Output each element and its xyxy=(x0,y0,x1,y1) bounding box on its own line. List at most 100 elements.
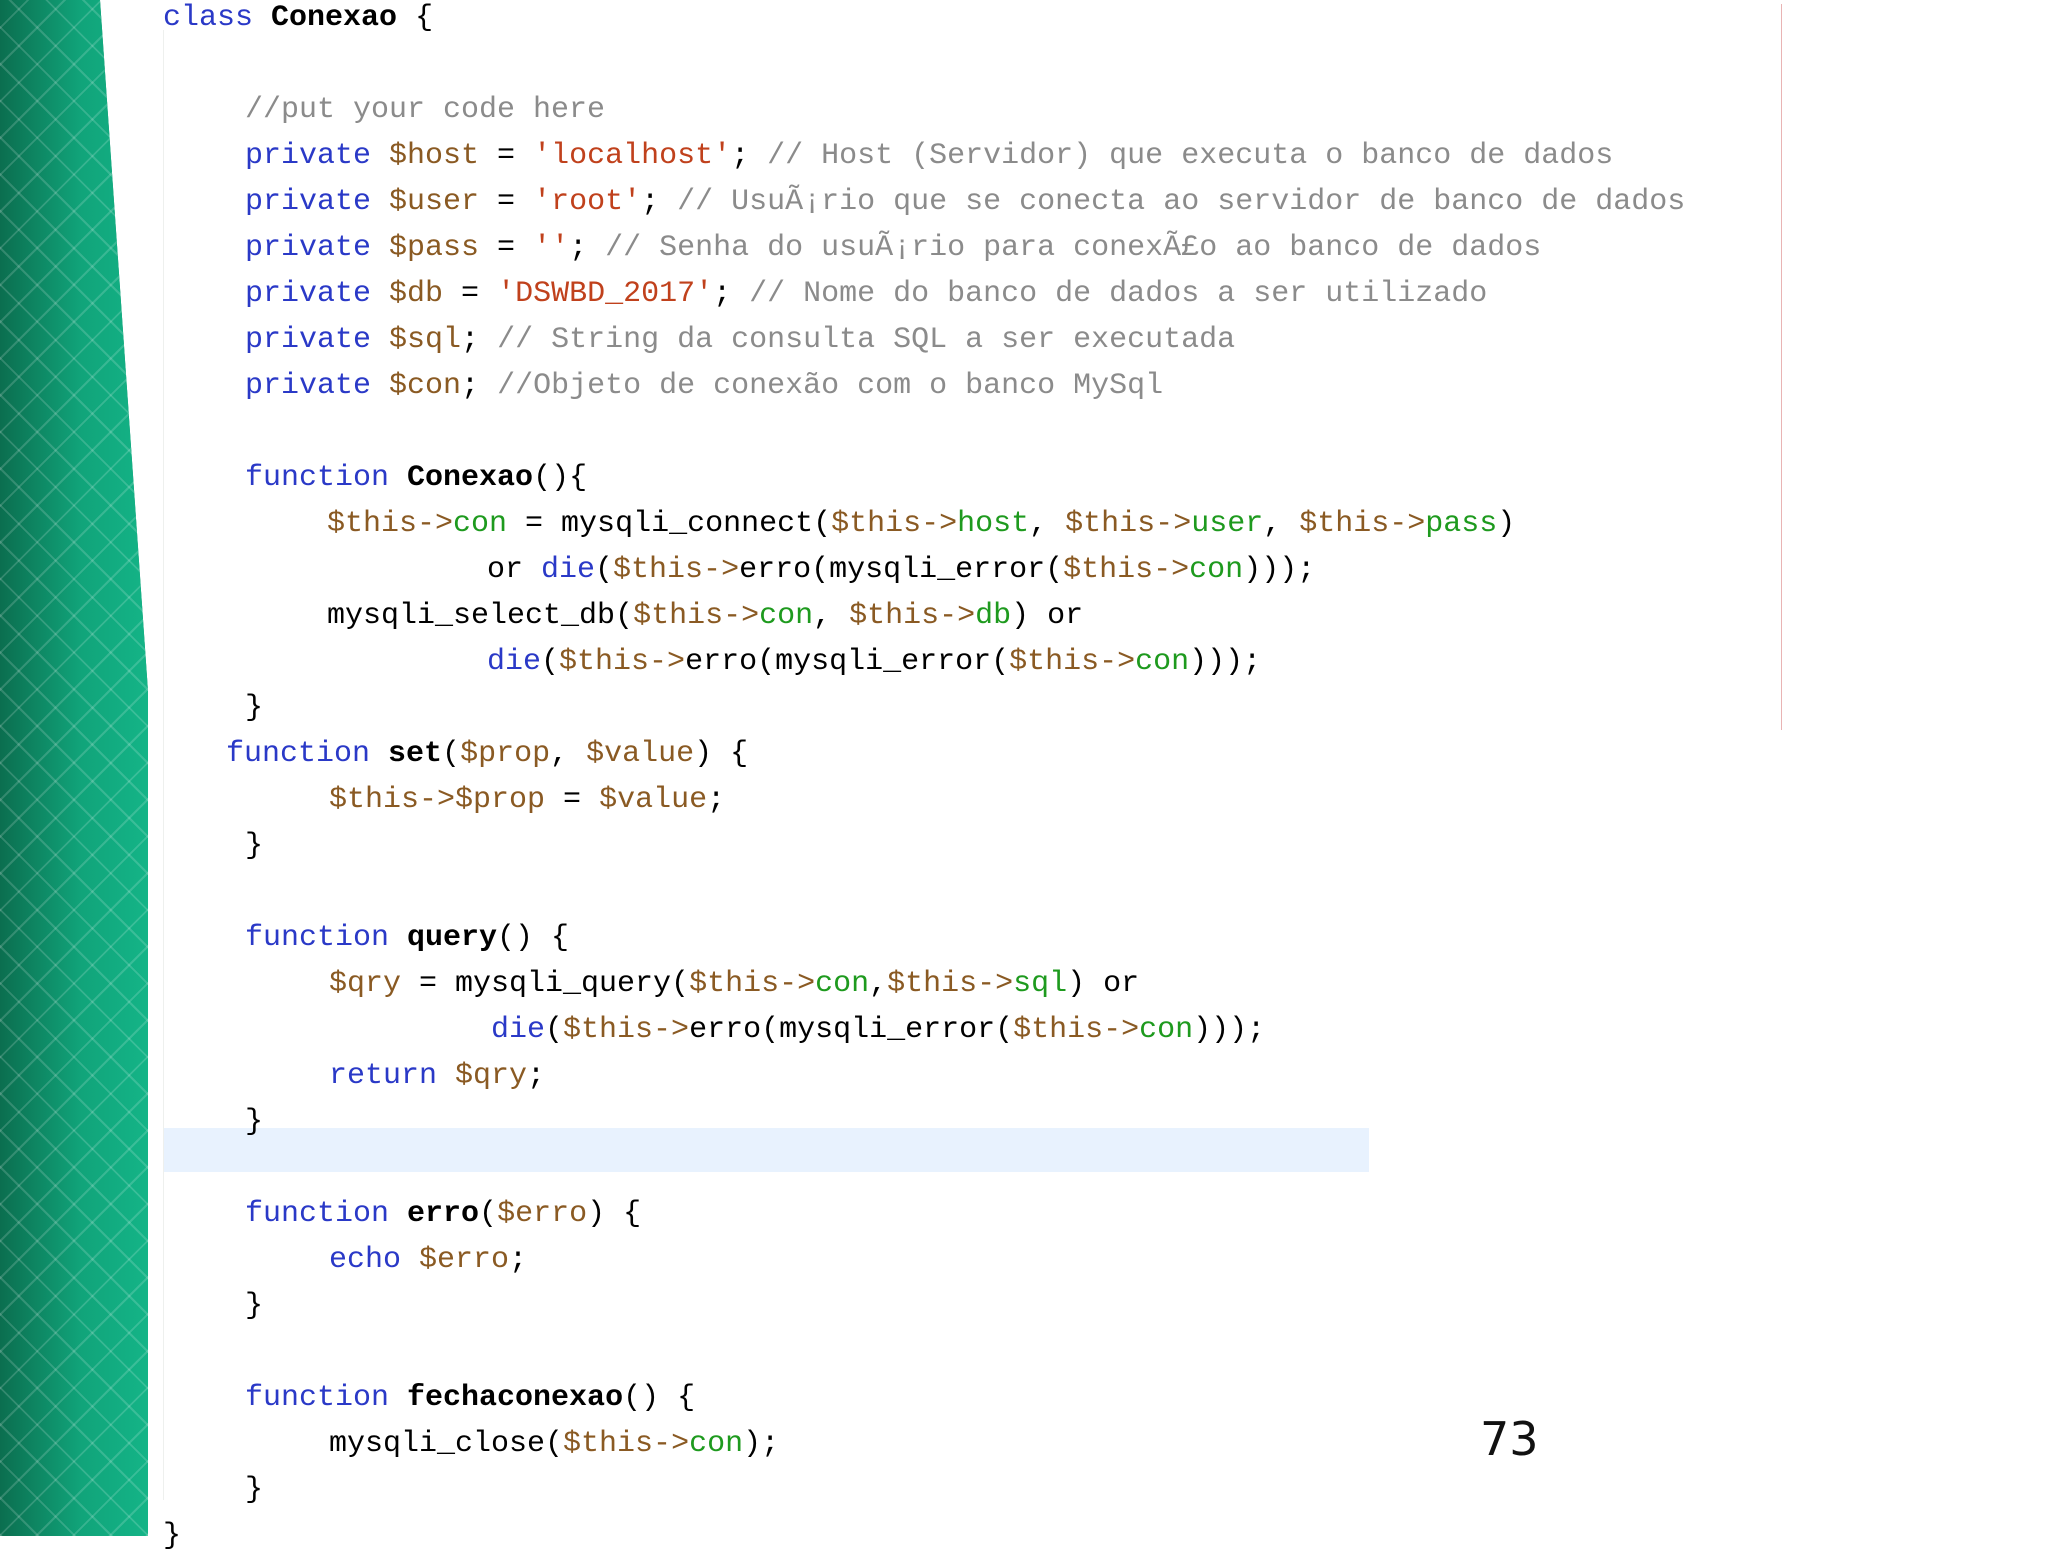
code-token: ) or xyxy=(1011,599,1084,633)
code-token: , xyxy=(1029,507,1066,541)
code-token: ; xyxy=(731,139,768,173)
code-token: private xyxy=(245,277,390,311)
code-token: sql xyxy=(1013,967,1068,1001)
code-token: ) { xyxy=(694,737,749,771)
code-line: function set($prop, $value) { xyxy=(226,734,748,774)
code-token: ; xyxy=(707,783,726,817)
code-token: $qry xyxy=(329,967,402,1001)
code-token: ) { xyxy=(587,1197,642,1231)
code-token: ))); xyxy=(1243,553,1316,587)
code-token: , xyxy=(550,737,587,771)
code-token: 'localhost' xyxy=(533,139,732,173)
code-token: private xyxy=(245,369,390,403)
code-token: $pass xyxy=(389,231,480,265)
code-token: con xyxy=(453,507,508,541)
code-line: mysqli_close($this->con); xyxy=(329,1424,779,1464)
code-line: //put your code here xyxy=(245,90,605,130)
code-line: private $pass = ''; // Senha do usuÃ¡rio… xyxy=(245,228,1541,268)
code-token: $erro xyxy=(419,1243,510,1277)
code-token: con xyxy=(689,1427,744,1461)
code-token: ) xyxy=(1497,507,1516,541)
code-token: $this-> xyxy=(563,1013,690,1047)
code-line: die($this->erro(mysqli_error($this->con)… xyxy=(487,642,1261,682)
code-token: Conexao xyxy=(407,461,534,495)
code-token: $sql xyxy=(389,323,462,357)
code-token: ) or xyxy=(1067,967,1140,1001)
code-token: $this-> xyxy=(563,1427,690,1461)
code-token: mysqli_select_db( xyxy=(327,599,634,633)
code-token: echo xyxy=(329,1243,420,1277)
code-token: ; xyxy=(461,369,498,403)
code-token: ; xyxy=(713,277,750,311)
code-token: // String da consulta SQL a ser executad… xyxy=(497,323,1236,357)
code-line: return $qry; xyxy=(329,1056,545,1096)
code-line: private $sql; // String da consulta SQL … xyxy=(245,320,1235,360)
code-token: } xyxy=(245,829,264,863)
code-token: user xyxy=(1191,507,1264,541)
code-token: // Host (Servidor) que executa o banco d… xyxy=(767,139,1614,173)
code-token: private xyxy=(245,323,390,357)
code-token: die xyxy=(541,553,596,587)
code-token: () { xyxy=(623,1381,696,1415)
code-token: private xyxy=(245,185,390,219)
code-token: $this->$prop xyxy=(329,783,546,817)
code-token: return xyxy=(329,1059,456,1093)
code-token: ))); xyxy=(1189,645,1262,679)
code-token: () { xyxy=(497,921,570,955)
code-token: // Nome do banco de dados a ser utilizad… xyxy=(749,277,1488,311)
code-token: $this-> xyxy=(1063,553,1190,587)
code-token: $this-> xyxy=(1009,645,1136,679)
code-token: con xyxy=(815,967,870,1001)
code-token: function xyxy=(245,461,408,495)
code-token: erro(mysqli_error( xyxy=(689,1013,1014,1047)
code-token: 'DSWBD_2017' xyxy=(497,277,714,311)
code-token: ); xyxy=(743,1427,780,1461)
code-token: $this-> xyxy=(327,507,454,541)
code-token: con xyxy=(1135,645,1190,679)
code-line: private $user = 'root'; // UsuÃ¡rio que … xyxy=(245,182,1685,222)
code-token: erro xyxy=(407,1197,480,1231)
code-token: (){ xyxy=(533,461,588,495)
code-token: $this-> xyxy=(559,645,686,679)
code-token: 'root' xyxy=(533,185,642,219)
code-token: $this-> xyxy=(689,967,816,1001)
code-token: private xyxy=(245,139,390,173)
code-line: echo $erro; xyxy=(329,1240,527,1280)
code-token: die xyxy=(491,1013,546,1047)
code-token: , xyxy=(813,599,850,633)
code-token: $this-> xyxy=(1299,507,1426,541)
code-token: ( xyxy=(442,737,461,771)
code-token: $this-> xyxy=(1065,507,1192,541)
code-line: $qry = mysqli_query($this->con,$this->sq… xyxy=(329,964,1139,1004)
code-token: = mysqli_query( xyxy=(401,967,690,1001)
code-token: $this-> xyxy=(613,553,740,587)
code-token: // Senha do usuÃ¡rio para conexÃ£o ao ba… xyxy=(605,231,1542,265)
code-token: die xyxy=(487,645,542,679)
code-token: // UsuÃ¡rio que se conecta ao servidor d… xyxy=(677,185,1686,219)
code-token: $user xyxy=(389,185,480,219)
code-token: = xyxy=(479,139,534,173)
code-line: function Conexao(){ xyxy=(245,458,587,498)
code-token: ( xyxy=(479,1197,498,1231)
code-token: con xyxy=(1189,553,1244,587)
code-token: } xyxy=(245,691,264,725)
code-token: ( xyxy=(545,1013,564,1047)
code-token: mysqli_close( xyxy=(329,1427,564,1461)
code-line: class Conexao { xyxy=(163,0,433,38)
code-line: $this->$prop = $value; xyxy=(329,780,725,820)
code-token: $erro xyxy=(497,1197,588,1231)
code-line: } xyxy=(245,1286,263,1326)
code-token: erro(mysqli_error( xyxy=(685,645,1010,679)
code-token: } xyxy=(245,1473,264,1507)
slide-number: 73 xyxy=(1480,1412,1539,1466)
code-token: { xyxy=(397,1,434,35)
code-token: //Objeto de conexão com o banco MySql xyxy=(497,369,1164,403)
code-token: ( xyxy=(595,553,614,587)
code-line: function erro($erro) { xyxy=(245,1194,641,1234)
code-token: db xyxy=(975,599,1012,633)
code-token: = xyxy=(479,231,534,265)
code-token: '' xyxy=(533,231,570,265)
code-token: $value xyxy=(599,783,708,817)
code-token: host xyxy=(957,507,1030,541)
code-line: or die($this->erro(mysqli_error($this->c… xyxy=(487,550,1315,590)
